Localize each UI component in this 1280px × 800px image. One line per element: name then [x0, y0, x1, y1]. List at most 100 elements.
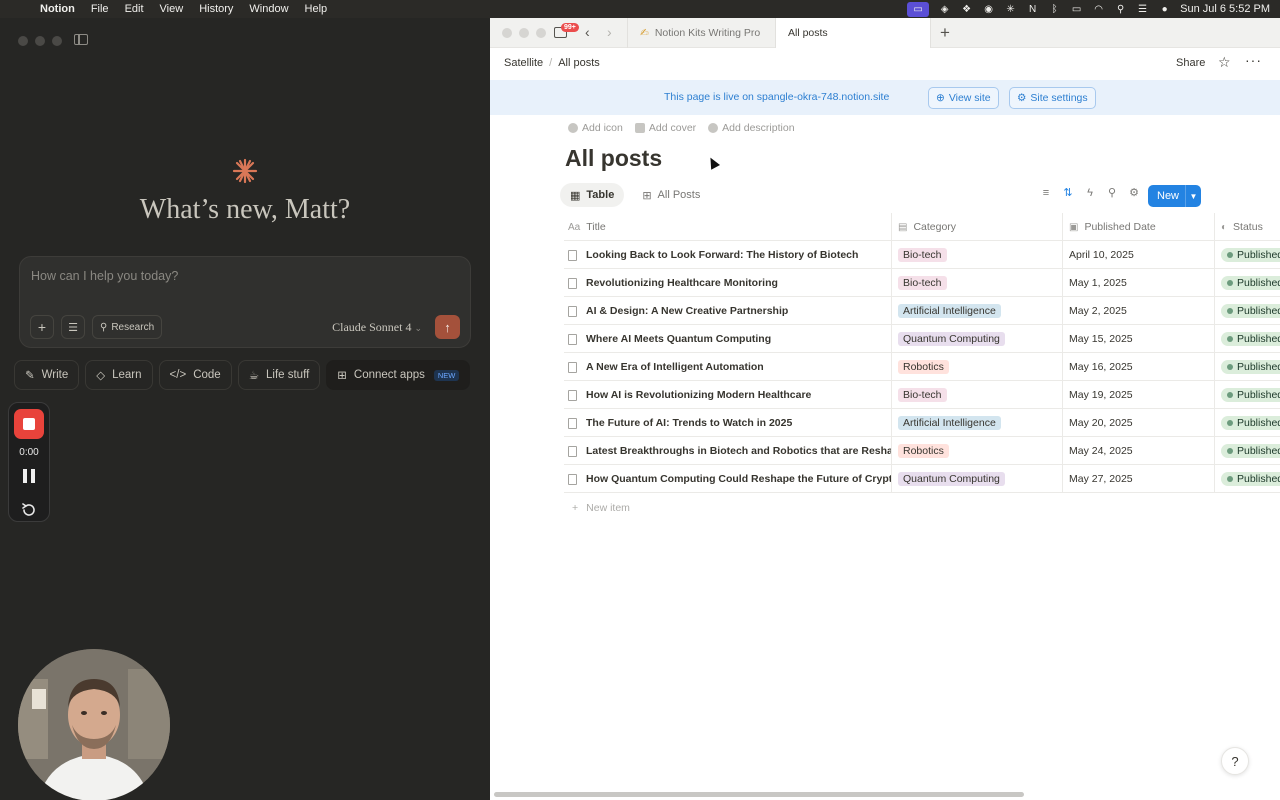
menu-help[interactable]: Help [297, 0, 336, 18]
model-selector[interactable]: Claude Sonnet 4 ⌄ [332, 320, 422, 335]
breadcrumb-page[interactable]: All posts [558, 57, 600, 69]
cell-status[interactable]: Published [1214, 465, 1280, 493]
cell-status[interactable]: Published [1214, 297, 1280, 325]
column-status[interactable]: ◐ Status [1214, 213, 1280, 241]
new-entry-button[interactable]: New ▼ [1148, 185, 1201, 207]
add-cover-button[interactable]: Add cover [634, 122, 696, 134]
star-icon[interactable]: ☆ [1218, 54, 1231, 71]
cell-category[interactable]: Bio-tech [891, 269, 1062, 297]
connect-apps-button[interactable]: ⊞ Connect apps NEW [326, 360, 471, 390]
sort-icon[interactable]: ⇅ [1062, 186, 1074, 199]
cell-published-date[interactable]: May 19, 2025 [1062, 381, 1214, 409]
cell-status[interactable]: Published [1214, 381, 1280, 409]
stop-recording-button[interactable] [14, 409, 44, 439]
cell-status[interactable]: Published [1214, 241, 1280, 269]
cell-title[interactable]: How Quantum Computing Could Reshape the … [564, 465, 891, 493]
cell-category[interactable]: Quantum Computing [891, 465, 1062, 493]
cell-category[interactable]: Artificial Intelligence [891, 297, 1062, 325]
forward-icon[interactable]: › [607, 24, 612, 40]
battery-icon[interactable]: ▭ [1070, 3, 1083, 16]
dropbox-icon[interactable]: ❖ [960, 3, 973, 16]
back-icon[interactable]: ‹ [585, 24, 590, 40]
table-row[interactable]: Latest Breakthroughs in Biotech and Robo… [564, 437, 1280, 465]
new-item-button[interactable]: + New item [572, 502, 630, 514]
cell-title[interactable]: A New Era of Intelligent Automation [564, 353, 891, 381]
sidebar-toggle-icon[interactable] [74, 34, 88, 45]
menu-window[interactable]: Window [241, 0, 296, 18]
siri-icon[interactable]: ● [1158, 3, 1171, 16]
cell-category[interactable]: Quantum Computing [891, 325, 1062, 353]
cell-status[interactable]: Published [1214, 325, 1280, 353]
chip-life-stuff[interactable]: ☕ Life stuff [237, 360, 321, 390]
research-button[interactable]: ⚲ Research [92, 315, 163, 339]
add-icon-button[interactable]: Add icon [568, 122, 623, 134]
tab-notion-kits[interactable]: ✍ Notion Kits Writing Pro [627, 18, 775, 48]
table-row[interactable]: The Future of AI: Trends to Watch in 202… [564, 409, 1280, 437]
tools-button[interactable]: ☰ [61, 315, 85, 339]
table-row[interactable]: Looking Back to Look Forward: The Histor… [564, 241, 1280, 269]
cell-published-date[interactable]: May 15, 2025 [1062, 325, 1214, 353]
cell-status[interactable]: Published [1214, 437, 1280, 465]
wifi-icon[interactable]: ◠ [1092, 3, 1105, 16]
cell-published-date[interactable]: May 20, 2025 [1062, 409, 1214, 437]
menu-view[interactable]: View [152, 0, 192, 18]
cell-status[interactable]: Published [1214, 269, 1280, 297]
table-row[interactable]: AI & Design: A New Creative Partnership A… [564, 297, 1280, 325]
spotlight-icon[interactable]: ⚲ [1114, 3, 1127, 16]
restart-icon[interactable] [21, 502, 37, 518]
cell-category[interactable]: Robotics [891, 353, 1062, 381]
cell-published-date[interactable]: May 16, 2025 [1062, 353, 1214, 381]
table-row[interactable]: A New Era of Intelligent Automation Robot… [564, 353, 1280, 381]
view-tab-all-posts[interactable]: ⊞ All Posts [632, 183, 710, 207]
chat-composer[interactable]: How can I help you today? + ☰ ⚲ Research… [19, 256, 471, 348]
cell-category[interactable]: Bio-tech [891, 381, 1062, 409]
cell-title[interactable]: Where AI Meets Quantum Computing [564, 325, 891, 353]
filter-icon[interactable]: ≡ [1040, 187, 1052, 199]
column-title[interactable]: Aa Title [564, 213, 891, 241]
chip-code[interactable]: </> Code [158, 360, 232, 390]
notion-icon[interactable]: N [1026, 3, 1039, 16]
control-center-icon[interactable]: ☰ [1136, 3, 1149, 16]
share-button[interactable]: Share [1176, 57, 1205, 69]
cell-published-date[interactable]: May 2, 2025 [1062, 297, 1214, 325]
cell-category[interactable]: Bio-tech [891, 241, 1062, 269]
cell-title[interactable]: The Future of AI: Trends to Watch in 202… [564, 409, 891, 437]
cell-status[interactable]: Published [1214, 353, 1280, 381]
table-row[interactable]: How AI is Revolutionizing Modern Healthc… [564, 381, 1280, 409]
menu-clock[interactable]: Sun Jul 6 5:52 PM [1180, 3, 1270, 15]
webcam-overlay[interactable] [18, 649, 170, 800]
pause-icon[interactable] [23, 469, 35, 483]
horizontal-scrollbar[interactable] [494, 792, 1024, 797]
breadcrumb-workspace[interactable]: Satellite [504, 57, 543, 69]
chevron-down-icon[interactable]: ▼ [1185, 185, 1201, 207]
chip-write[interactable]: ✎ Write [14, 360, 80, 390]
cell-category[interactable]: Robotics [891, 437, 1062, 465]
claude-icon[interactable]: ✳ [1004, 3, 1017, 16]
cell-status[interactable]: Published [1214, 409, 1280, 437]
cell-title[interactable]: Looking Back to Look Forward: The Histor… [564, 241, 891, 269]
site-settings-button[interactable]: ⚙ Site settings [1009, 87, 1096, 109]
new-tab-icon[interactable]: + [940, 23, 950, 43]
table-row[interactable]: Where AI Meets Quantum Computing Quantum … [564, 325, 1280, 353]
composer-placeholder[interactable]: How can I help you today? [31, 269, 178, 283]
tab-all-posts[interactable]: All posts [775, 18, 931, 48]
column-published-date[interactable]: ▣ Published Date [1062, 213, 1214, 241]
cell-title[interactable]: AI & Design: A New Creative Partnership [564, 297, 891, 325]
window-controls[interactable] [18, 36, 62, 46]
cell-published-date[interactable]: May 27, 2025 [1062, 465, 1214, 493]
automation-icon[interactable]: ϟ [1084, 187, 1096, 199]
grammarly-icon[interactable]: ◉ [982, 3, 995, 16]
search-icon[interactable]: ⚲ [1106, 186, 1118, 199]
menu-edit[interactable]: Edit [117, 0, 152, 18]
view-site-button[interactable]: ⊕ View site [928, 87, 999, 109]
screen-share-icon[interactable]: ▭ [907, 1, 930, 17]
cell-title[interactable]: Revolutionizing Healthcare Monitoring [564, 269, 891, 297]
add-attachment-button[interactable]: + [30, 315, 54, 339]
menu-file[interactable]: File [83, 0, 117, 18]
column-category[interactable]: ▤ Category [891, 213, 1062, 241]
cell-published-date[interactable]: April 10, 2025 [1062, 241, 1214, 269]
add-description-button[interactable]: Add description [708, 122, 795, 134]
window-controls[interactable] [502, 28, 546, 38]
cell-published-date[interactable]: May 24, 2025 [1062, 437, 1214, 465]
menu-app-name[interactable]: Notion [32, 0, 83, 18]
